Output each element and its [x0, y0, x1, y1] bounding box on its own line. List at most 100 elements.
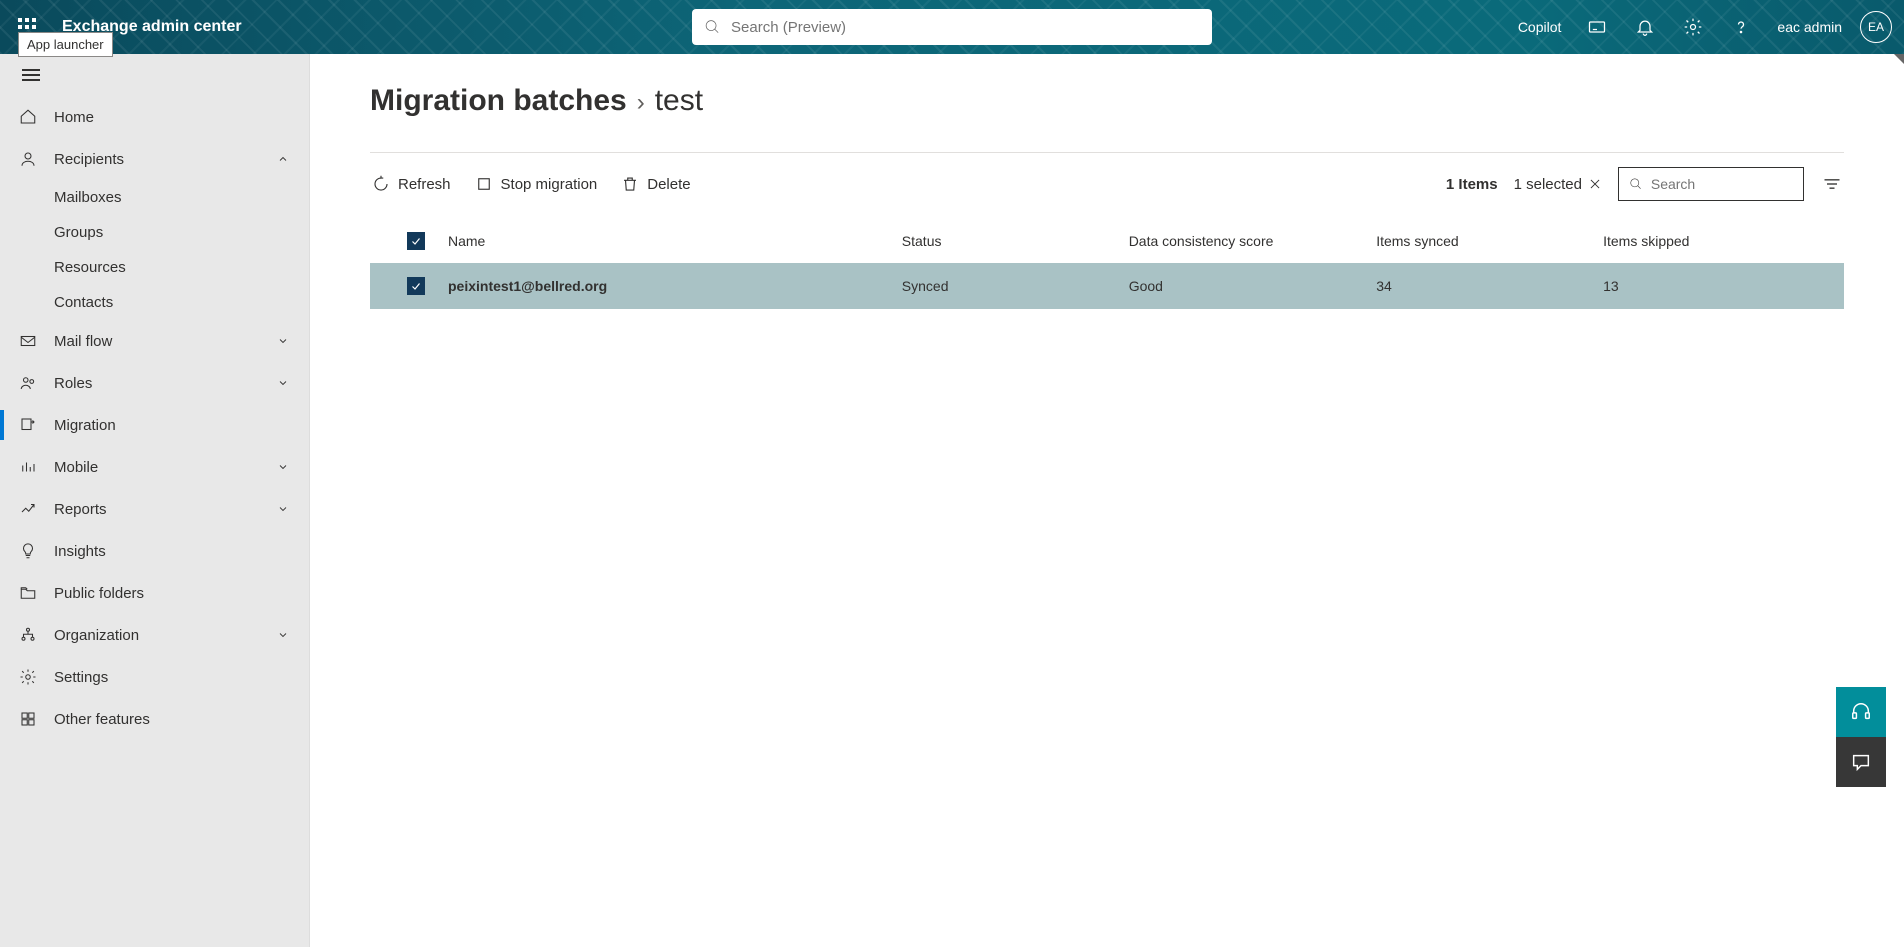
breadcrumb-separator-icon: ›: [637, 89, 645, 117]
sidebar-item-public-folders[interactable]: Public folders: [0, 572, 309, 614]
user-avatar[interactable]: EA: [1860, 11, 1892, 43]
sidebar-item-label: Reports: [54, 501, 107, 518]
sidebar-item-mobile[interactable]: Mobile: [0, 446, 309, 488]
sidebar-item-label: Recipients: [54, 151, 124, 168]
refresh-icon: [372, 175, 390, 193]
cell-name: peixintest1@bellred.org: [448, 278, 902, 294]
mobile-icon: [18, 457, 38, 477]
chevron-down-icon: [277, 502, 291, 516]
column-header-name[interactable]: Name: [448, 233, 902, 249]
bell-icon: [1635, 17, 1655, 37]
cell-status: Synced: [902, 278, 1129, 294]
table-search-input[interactable]: [1651, 176, 1793, 192]
filter-icon: [1822, 174, 1842, 194]
shell-card-button[interactable]: [1575, 0, 1619, 54]
migration-icon: [18, 415, 38, 435]
column-header-status[interactable]: Status: [902, 233, 1129, 249]
delete-button[interactable]: Delete: [619, 169, 692, 199]
reports-icon: [18, 499, 38, 519]
feedback-button[interactable]: [1836, 737, 1886, 787]
card-icon: [1587, 17, 1607, 37]
toolbar: Refresh Stop migration Delete 1 Items 1 …: [370, 167, 1844, 201]
clear-selection-button[interactable]: [1588, 177, 1602, 191]
settings-button[interactable]: [1671, 0, 1715, 54]
roles-icon: [18, 373, 38, 393]
items-count: 1 Items: [1446, 176, 1498, 193]
filter-button[interactable]: [1820, 168, 1844, 200]
scroll-indicator-icon: [1894, 54, 1904, 64]
trash-icon: [621, 175, 639, 193]
bulb-icon: [18, 541, 38, 561]
breadcrumb: Migration batches › test: [370, 84, 1844, 118]
org-icon: [18, 625, 38, 645]
sidebar-item-label: Organization: [54, 627, 139, 644]
sidebar-item-reports[interactable]: Reports: [0, 488, 309, 530]
sidebar-item-label: Mobile: [54, 459, 98, 476]
feedback-icon: [1850, 751, 1872, 773]
sidebar-item-label: Mail flow: [54, 333, 112, 350]
table-header: Name Status Data consistency score Items…: [370, 219, 1844, 263]
sidebar-item-insights[interactable]: Insights: [0, 530, 309, 572]
sidebar-item-mail-flow[interactable]: Mail flow: [0, 320, 309, 362]
chevron-down-icon: [277, 334, 291, 348]
refresh-button[interactable]: Refresh: [370, 169, 453, 199]
person-icon: [18, 149, 38, 169]
global-search-input[interactable]: [731, 19, 1200, 36]
user-name[interactable]: eac admin: [1767, 19, 1852, 35]
global-search[interactable]: [692, 9, 1212, 45]
breadcrumb-leaf: test: [655, 84, 703, 118]
home-icon: [18, 107, 38, 127]
chevron-up-icon: [277, 152, 291, 166]
sidebar-subitem-contacts[interactable]: Contacts: [0, 285, 309, 320]
search-icon: [704, 18, 721, 36]
column-header-score[interactable]: Data consistency score: [1129, 233, 1377, 249]
migration-table: Name Status Data consistency score Items…: [370, 219, 1844, 309]
sidebar-item-label: Insights: [54, 543, 106, 560]
notifications-button[interactable]: [1623, 0, 1667, 54]
sidebar-item-label: Public folders: [54, 585, 144, 602]
grid-icon: [18, 709, 38, 729]
chevron-down-icon: [277, 628, 291, 642]
chevron-down-icon: [277, 460, 291, 474]
gear-icon: [1683, 17, 1703, 37]
gear-icon: [18, 667, 38, 687]
sidebar-subitem-groups[interactable]: Groups: [0, 215, 309, 250]
stop-migration-button[interactable]: Stop migration: [473, 169, 600, 199]
column-header-synced[interactable]: Items synced: [1376, 233, 1603, 249]
search-icon: [1629, 176, 1643, 192]
breadcrumb-root[interactable]: Migration batches: [370, 84, 627, 118]
sidebar-item-recipients[interactable]: Recipients: [0, 138, 309, 180]
sidebar-item-organization[interactable]: Organization: [0, 614, 309, 656]
column-header-skipped[interactable]: Items skipped: [1603, 233, 1830, 249]
sidebar-item-label: Migration: [54, 417, 116, 434]
select-all-checkbox[interactable]: [407, 232, 425, 250]
cell-synced: 34: [1376, 278, 1603, 294]
chevron-down-icon: [277, 376, 291, 390]
support-button[interactable]: [1836, 687, 1886, 737]
help-icon: [1731, 17, 1751, 37]
sidebar-subitem-mailboxes[interactable]: Mailboxes: [0, 180, 309, 215]
mail-icon: [18, 331, 38, 351]
sidebar-item-other-features[interactable]: Other features: [0, 698, 309, 740]
table-row[interactable]: peixintest1@bellred.orgSyncedGood3413: [370, 263, 1844, 309]
sidebar-item-roles[interactable]: Roles: [0, 362, 309, 404]
table-search[interactable]: [1618, 167, 1804, 201]
copilot-button[interactable]: Copilot: [1502, 0, 1572, 54]
sidebar-item-settings[interactable]: Settings: [0, 656, 309, 698]
sidebar-subitem-resources[interactable]: Resources: [0, 250, 309, 285]
selected-count: 1 selected: [1514, 176, 1602, 193]
sidebar-item-label: Settings: [54, 669, 108, 686]
headset-icon: [1850, 701, 1872, 723]
sidebar-toggle[interactable]: [0, 54, 309, 96]
sidebar-item-label: Roles: [54, 375, 92, 392]
cell-skipped: 13: [1603, 278, 1830, 294]
sidebar-item-home[interactable]: Home: [0, 96, 309, 138]
sidebar-item-migration[interactable]: Migration: [0, 404, 309, 446]
app-launcher-tooltip: App launcher: [18, 32, 113, 57]
sidebar-item-label: Home: [54, 109, 94, 126]
help-button[interactable]: [1719, 0, 1763, 54]
app-header: Exchange admin center App launcher Copil…: [0, 0, 1904, 54]
row-checkbox[interactable]: [407, 277, 425, 295]
stop-icon: [475, 175, 493, 193]
main-content: Migration batches › test Refresh Stop mi…: [310, 54, 1904, 947]
